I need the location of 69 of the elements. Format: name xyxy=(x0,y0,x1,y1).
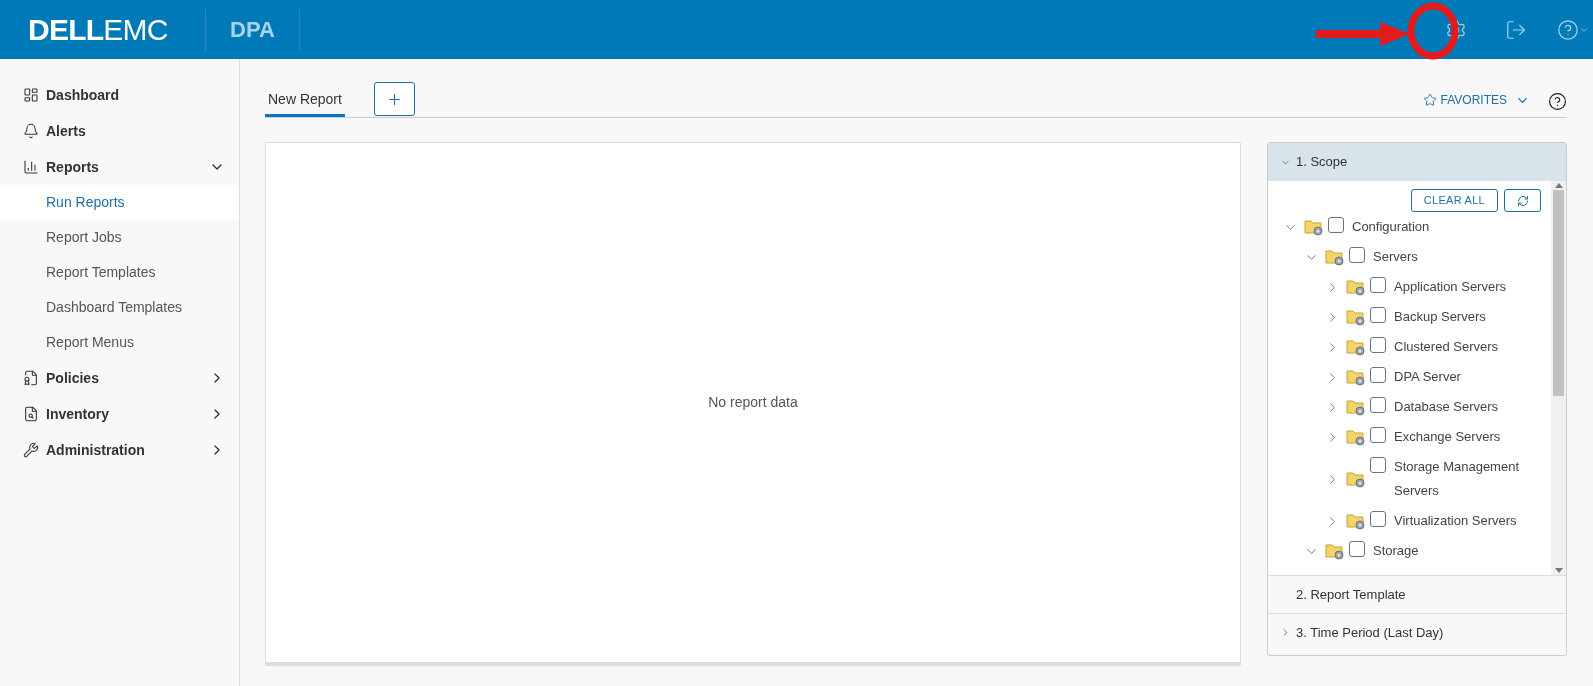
sidebar-item[interactable]: Reports xyxy=(0,149,239,185)
star-icon xyxy=(1422,93,1437,107)
checkbox[interactable] xyxy=(1370,427,1386,443)
folder-gear-icon xyxy=(1325,542,1345,560)
product-name: DPA xyxy=(229,16,276,44)
sidebar-subitem[interactable]: Report Menus xyxy=(0,325,239,360)
folder-gear-icon xyxy=(1304,218,1324,236)
tree-label[interactable]: Application Servers xyxy=(1394,275,1506,299)
folder-gear-icon xyxy=(1346,278,1366,296)
sidebar-subitem[interactable]: Dashboard Templates xyxy=(0,290,239,325)
folder-gear-icon xyxy=(1346,428,1366,446)
tree-label[interactable]: Virtualization Servers xyxy=(1394,509,1517,533)
annotation-circle xyxy=(1405,1,1461,61)
checkbox[interactable] xyxy=(1370,397,1386,413)
sidebar-item[interactable]: Policies xyxy=(0,360,239,396)
tree-label[interactable]: DPA Server xyxy=(1394,365,1461,389)
add-tab-button[interactable] xyxy=(373,82,415,116)
tree-label[interactable]: Configuration xyxy=(1352,215,1430,239)
sidebar-item[interactable]: Alerts xyxy=(0,113,239,149)
scroll-up-icon xyxy=(1554,183,1563,188)
checkbox[interactable] xyxy=(1370,307,1386,323)
refresh-icon xyxy=(1516,194,1529,207)
sidebar-item[interactable]: Dashboard xyxy=(0,77,239,113)
folder-gear-icon xyxy=(1346,368,1366,386)
refresh-button[interactable] xyxy=(1504,189,1541,212)
tree-label[interactable]: Clustered Servers xyxy=(1394,335,1499,359)
logo: DELLEMC xyxy=(27,12,169,48)
tree-label[interactable]: Database Servers xyxy=(1394,395,1499,419)
document-badge-icon xyxy=(23,370,39,386)
tree-label[interactable]: Servers xyxy=(1373,245,1418,269)
tree-label[interactable]: Backup Servers xyxy=(1394,305,1486,329)
folder-gear-icon xyxy=(1346,512,1366,530)
help-icon xyxy=(1557,18,1579,41)
folder-gear-icon xyxy=(1346,338,1366,356)
checkbox[interactable] xyxy=(1370,511,1386,527)
checkbox[interactable] xyxy=(1349,247,1365,263)
favorites-button[interactable]: FAVORITES xyxy=(1422,91,1530,109)
clear-all-button[interactable]: CLEAR ALL xyxy=(1410,189,1498,212)
folder-gear-icon xyxy=(1325,248,1345,266)
sidebar-subitem[interactable]: Run Reports xyxy=(0,185,239,220)
tree-label[interactable]: Exchange Servers xyxy=(1394,425,1501,449)
bell-icon xyxy=(23,123,39,139)
tab[interactable]: New Report xyxy=(265,84,345,117)
sidebar-item[interactable]: Inventory xyxy=(0,396,239,432)
scrollbar[interactable] xyxy=(1551,181,1566,575)
accordion-header[interactable]: 1. Scope xyxy=(1268,143,1566,181)
checkbox[interactable] xyxy=(1370,337,1386,353)
sidebar-subitem[interactable]: Report Templates xyxy=(0,255,239,290)
folder-gear-icon xyxy=(1346,398,1366,416)
checkbox[interactable] xyxy=(1370,457,1386,473)
checkbox[interactable] xyxy=(1370,277,1386,293)
sidebar-item[interactable]: Administration xyxy=(0,432,239,468)
wrench-icon xyxy=(23,442,39,458)
help-button[interactable] xyxy=(1548,92,1567,111)
tree-label[interactable]: Storage xyxy=(1373,539,1419,563)
checkbox[interactable] xyxy=(1349,541,1365,557)
gear-icon xyxy=(1445,18,1467,41)
checkbox[interactable] xyxy=(1370,367,1386,383)
empty-message: No report data xyxy=(708,393,798,412)
scroll-down-icon xyxy=(1554,568,1563,573)
folder-gear-icon xyxy=(1346,308,1366,326)
sidebar-subitem[interactable]: Report Jobs xyxy=(0,220,239,255)
checkbox[interactable] xyxy=(1328,217,1344,233)
folder-gear-icon xyxy=(1346,470,1366,488)
tree-label[interactable]: Storage Management Servers xyxy=(1394,455,1551,503)
bar-chart-icon xyxy=(23,159,39,175)
dashboard-icon xyxy=(23,87,39,103)
logout-icon xyxy=(1505,18,1527,41)
document-search-icon xyxy=(23,406,39,422)
